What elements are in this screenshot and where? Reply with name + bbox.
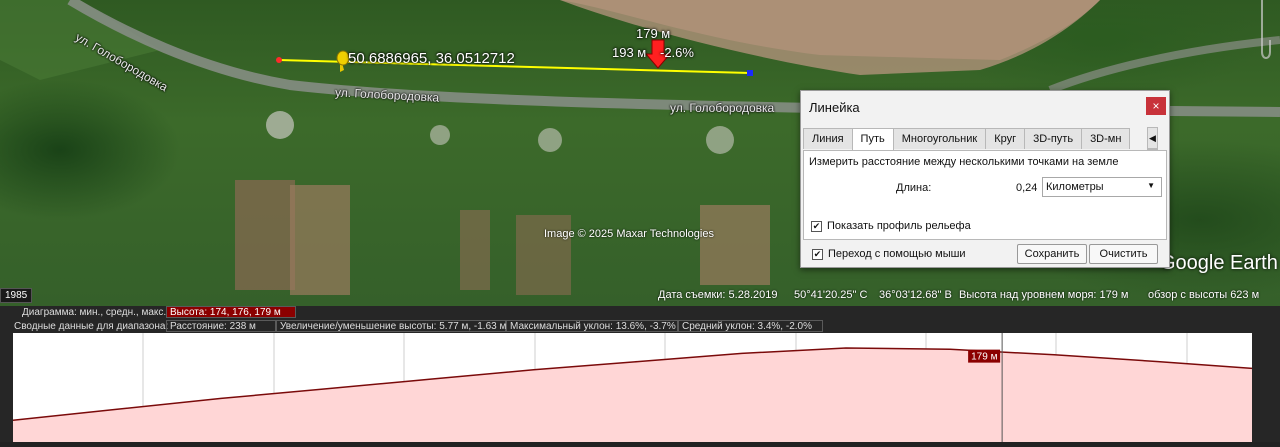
historical-imagery-year[interactable]: 1985 <box>0 288 33 303</box>
close-button[interactable]: × <box>1146 97 1166 115</box>
show-profile-label: Показать профиль рельефа <box>827 220 971 232</box>
length-label: Длина: <box>896 182 932 194</box>
elevation-profile-panel: Диаграмма: мин., средн., макс. Высота: 1… <box>0 306 1280 442</box>
longitude: 36°03'12.68" В <box>879 289 952 301</box>
range-label: Сводные данные для диапазона: <box>14 321 169 332</box>
status-bar: Дата съемки: 5.28.2019 50°41'20.25" С 36… <box>0 288 1280 304</box>
range-distance: Расстояние: 238 м <box>166 320 276 332</box>
mouse-nav-option[interactable]: ✔ Переход с помощью мыши <box>812 248 966 260</box>
diagram-label: Диаграмма: мин., средн., макс. <box>22 307 167 318</box>
unit-select-value: Километры <box>1046 181 1104 193</box>
elevation-chart[interactable]: 179 м <box>12 333 1253 442</box>
tab-scroll: ◀▶ <box>1147 127 1167 171</box>
tool-description: Измерить расстояние между несколькими то… <box>809 156 1119 168</box>
tab-panel: Измерить расстояние между несколькими то… <box>803 150 1167 240</box>
chevron-down-icon: ▼ <box>1147 181 1155 190</box>
tab-3d-polygon[interactable]: 3D-мн <box>1081 128 1131 149</box>
google-earth-logo: Google Earth <box>1160 252 1278 274</box>
eye-altitude: обзор с высоты 623 м <box>1148 289 1260 301</box>
coordinate-label: 50.6886965, 36.0512712 <box>348 50 515 67</box>
save-button[interactable]: Сохранить <box>1017 244 1087 264</box>
road-label: ул. Голобородовка <box>670 101 775 115</box>
latitude: 50°41'20.25" С <box>794 289 868 301</box>
range-avg-slope: Средний уклон: 3.4%, -2.0% <box>678 320 823 332</box>
unit-select[interactable]: Километры ▼ <box>1042 177 1162 197</box>
elevation-range: Высота: 174, 176, 179 м <box>166 306 296 318</box>
length-value: 0,24 <box>1016 182 1038 194</box>
mouse-nav-checkbox[interactable]: ✔ <box>812 248 823 260</box>
tab-line[interactable]: Линия <box>803 128 853 149</box>
tab-path[interactable]: Путь <box>851 128 894 150</box>
capture-date: Дата съемки: 5.28.2019 <box>658 289 778 301</box>
mouse-nav-label: Переход с помощью мыши <box>828 248 966 260</box>
tab-bar: Линия Путь Многоугольник Круг 3D-путь 3D-мн <box>803 128 1147 150</box>
tab-polygon[interactable]: Многоугольник <box>892 128 987 149</box>
tab-circle[interactable]: Круг <box>985 128 1026 149</box>
ruler-elevation-label: 179 м <box>636 26 671 41</box>
tab-3d-path[interactable]: 3D-путь <box>1024 128 1083 149</box>
range-gain-loss: Увеличение/уменьшение высоты: 5.77 м, -1… <box>276 320 506 332</box>
ruler-dialog: Линейка × Линия Путь Многоугольник Круг 3D-п… <box>800 90 1170 268</box>
show-profile-option[interactable]: ✔ Показать профиль рельефа <box>811 220 971 232</box>
cursor-elevation-label: 179 м <box>971 352 997 363</box>
elevation-chart-svg: 179 м <box>12 333 1253 442</box>
ruler-slope: -2.6% <box>660 45 694 60</box>
tab-prev-icon[interactable]: ◀ <box>1147 127 1158 149</box>
clear-button[interactable]: Очистить <box>1089 244 1158 264</box>
terrain-elevation: Высота над уровнем моря: 179 м <box>959 289 1129 301</box>
ruler-segment-length: 193 м <box>612 45 647 60</box>
image-credit: Image © 2025 Maxar Technologies <box>544 228 714 240</box>
range-max-slope: Максимальный уклон: 13.6%, -3.7% <box>506 320 678 332</box>
show-profile-checkbox[interactable]: ✔ <box>811 220 822 232</box>
dialog-title: Линейка <box>809 100 860 115</box>
